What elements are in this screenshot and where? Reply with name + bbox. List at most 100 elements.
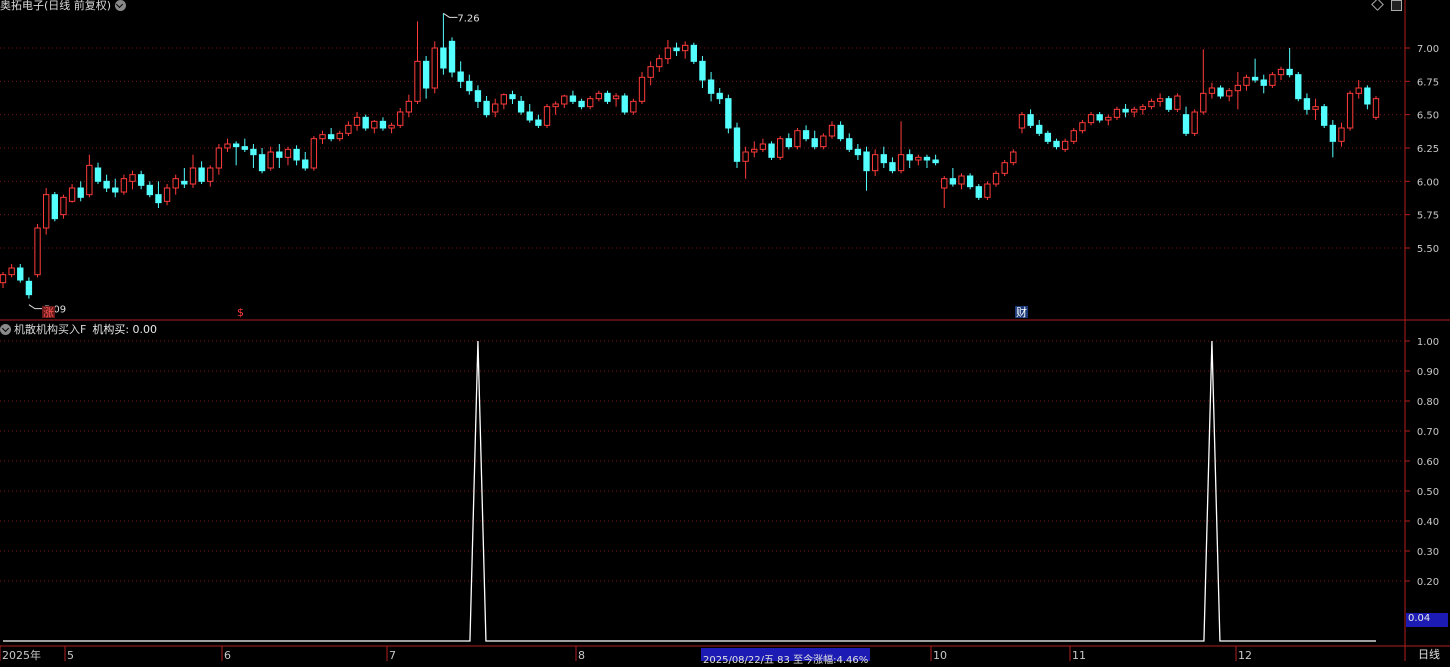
candle-body[interactable]	[932, 159, 939, 164]
candle-body[interactable]	[258, 154, 266, 172]
candle-body[interactable]	[595, 92, 603, 100]
candle-body[interactable]	[94, 167, 102, 182]
candle-body[interactable]	[1372, 98, 1380, 118]
candle-body[interactable]	[1148, 100, 1155, 108]
candle-body[interactable]	[846, 138, 853, 150]
candle-body[interactable]	[742, 151, 749, 162]
candle-body[interactable]	[1295, 74, 1302, 100]
candle-body[interactable]	[837, 124, 844, 140]
candle-body[interactable]	[483, 100, 490, 116]
stock-title[interactable]: 奥拓电子(日线 前复权)	[0, 0, 111, 13]
candle-body[interactable]	[414, 60, 421, 102]
candle-body[interactable]	[897, 154, 905, 172]
indicator-name[interactable]: 机散机构买入F	[14, 321, 86, 337]
candle-body[interactable]	[327, 134, 335, 140]
candle-body[interactable]	[198, 167, 205, 182]
event-marker[interactable]: 涨	[43, 306, 54, 319]
candle-body[interactable]	[733, 127, 741, 162]
candle-body[interactable]	[1286, 68, 1293, 76]
candle-body[interactable]	[1131, 108, 1138, 113]
candle-body[interactable]	[552, 103, 559, 108]
candle-body[interactable]	[172, 178, 179, 189]
candle-body[interactable]	[604, 92, 611, 102]
candle-body[interactable]	[241, 146, 248, 150]
candle-body[interactable]	[0, 274, 7, 284]
candle-body[interactable]	[889, 162, 896, 172]
candle-body[interactable]	[1208, 87, 1216, 94]
candle-body[interactable]	[992, 172, 1000, 185]
candle-body[interactable]	[250, 148, 257, 156]
candle-body[interactable]	[863, 151, 870, 172]
candle-body[interactable]	[302, 159, 309, 169]
candle-body[interactable]	[1226, 90, 1233, 97]
period-label-box[interactable]: 日线	[1407, 648, 1450, 661]
candle-body[interactable]	[682, 44, 689, 52]
candle-body[interactable]	[1096, 114, 1103, 121]
candle-body[interactable]	[958, 175, 965, 185]
candle-body[interactable]	[820, 135, 827, 148]
candle-body[interactable]	[638, 76, 646, 102]
candle-body[interactable]	[1277, 68, 1285, 76]
chevron-down-icon[interactable]	[0, 323, 11, 335]
candle-body[interactable]	[448, 40, 456, 73]
candle-body[interactable]	[880, 154, 887, 164]
candle-body[interactable]	[1321, 106, 1328, 126]
candle-body[interactable]	[587, 98, 594, 108]
candle-body[interactable]	[34, 227, 41, 276]
candle-body[interactable]	[1018, 114, 1026, 129]
candle-body[interactable]	[388, 124, 395, 129]
candle-body[interactable]	[794, 130, 801, 148]
period-label[interactable]: 日线	[1418, 648, 1440, 661]
candle-body[interactable]	[1070, 130, 1077, 142]
candle-body[interactable]	[664, 47, 672, 60]
candle-body[interactable]	[975, 186, 982, 198]
candle-body[interactable]	[120, 178, 128, 193]
candle-body[interactable]	[293, 148, 300, 161]
candle-body[interactable]	[42, 194, 50, 229]
candle-body[interactable]	[336, 132, 343, 140]
candle-body[interactable]	[474, 90, 482, 102]
candle-body[interactable]	[310, 138, 318, 169]
candle-body[interactable]	[1036, 124, 1043, 134]
chevron-down-icon[interactable]	[115, 0, 127, 11]
candle-body[interactable]	[1269, 74, 1276, 86]
candle-body[interactable]	[500, 94, 508, 105]
candle-body[interactable]	[215, 147, 223, 169]
candle-body[interactable]	[189, 167, 197, 185]
candle-body[interactable]	[751, 148, 758, 153]
candle-body[interactable]	[1234, 84, 1242, 92]
candle-body[interactable]	[1010, 151, 1017, 164]
candle-body[interactable]	[146, 184, 153, 196]
candle-body[interactable]	[1243, 76, 1250, 86]
candle-body[interactable]	[267, 151, 274, 169]
candle-body[interactable]	[612, 95, 620, 100]
candle-body[interactable]	[1364, 87, 1371, 105]
candle-body[interactable]	[129, 174, 136, 182]
candle-body[interactable]	[431, 47, 438, 89]
candle-body[interactable]	[1027, 114, 1034, 126]
candle-body[interactable]	[371, 120, 378, 129]
candle-body[interactable]	[517, 100, 525, 113]
candle-body[interactable]	[915, 156, 922, 161]
candle-body[interactable]	[1312, 106, 1319, 110]
candle-body[interactable]	[207, 167, 214, 182]
event-marker[interactable]: 财	[1016, 305, 1027, 319]
candle-body[interactable]	[690, 44, 697, 62]
candle-body[interactable]	[345, 124, 352, 134]
candle-body[interactable]	[1355, 87, 1362, 94]
candle-body[interactable]	[854, 148, 862, 156]
price-candles[interactable]	[0, 13, 1380, 299]
candle-body[interactable]	[1174, 95, 1181, 110]
candle-body[interactable]	[1122, 108, 1129, 113]
candle-body[interactable]	[457, 71, 464, 82]
candle-body[interactable]	[1338, 127, 1345, 142]
candle-body[interactable]	[569, 95, 577, 102]
candle-body[interactable]	[811, 138, 818, 148]
candle-body[interactable]	[353, 116, 361, 126]
candle-body[interactable]	[543, 106, 551, 126]
candle-body[interactable]	[1139, 106, 1147, 110]
candle-body[interactable]	[1053, 140, 1060, 148]
candle-body[interactable]	[802, 130, 810, 140]
candle-body[interactable]	[1061, 140, 1069, 150]
candle-body[interactable]	[1329, 124, 1337, 142]
